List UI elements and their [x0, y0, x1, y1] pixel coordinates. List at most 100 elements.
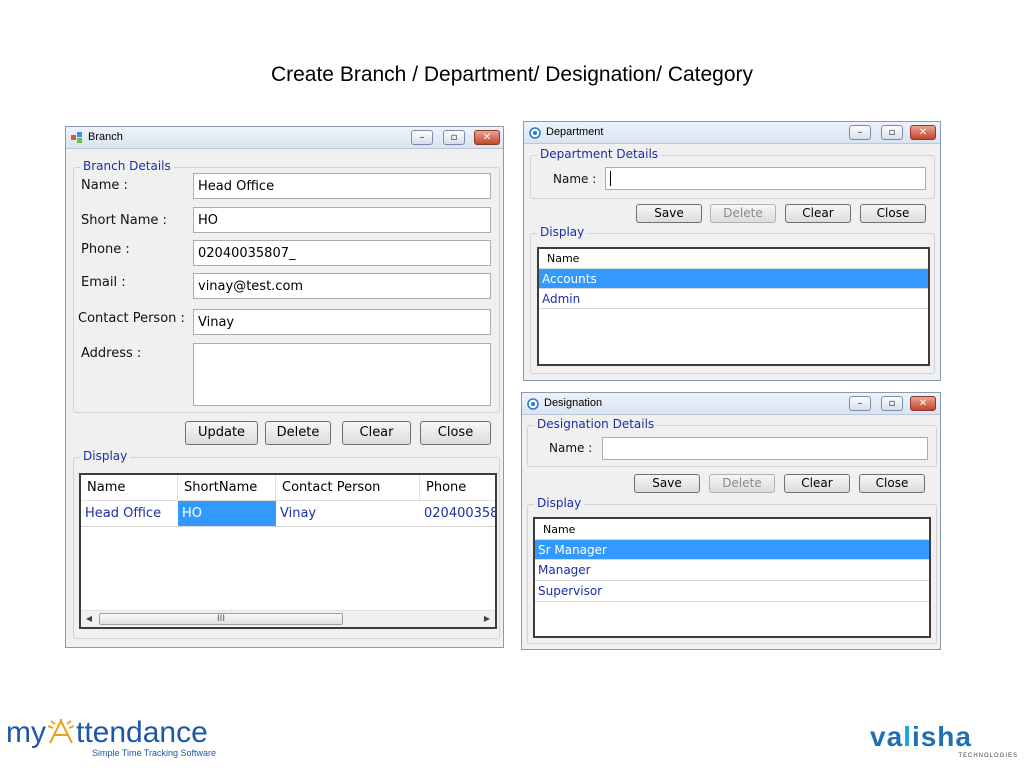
- minimize-button[interactable]: –: [849, 396, 871, 411]
- list-item[interactable]: Manager: [535, 560, 929, 581]
- horizontal-scrollbar[interactable]: ◀ III ▶: [81, 610, 495, 627]
- close-button[interactable]: Close: [859, 474, 925, 493]
- phone-label: Phone :: [81, 242, 130, 257]
- close-icon: ✕: [918, 127, 928, 138]
- save-button[interactable]: Save: [634, 474, 700, 493]
- maximize-button[interactable]: ▫: [443, 130, 465, 145]
- logo-tagline: Simple Time Tracking Software: [92, 748, 217, 758]
- close-icon: ✕: [482, 132, 492, 143]
- column-header-shortname[interactable]: ShortName: [178, 475, 276, 500]
- delete-button[interactable]: Delete: [709, 474, 775, 493]
- close-button[interactable]: Close: [420, 421, 491, 445]
- window-title: Designation: [544, 397, 603, 409]
- close-icon: ✕: [918, 398, 928, 409]
- short-name-label: Short Name :: [81, 213, 167, 228]
- email-label: Email :: [81, 275, 126, 290]
- department-window: Department – ▫ ✕ Department Details Name…: [523, 121, 941, 381]
- designation-name-input[interactable]: [602, 437, 928, 460]
- scroll-left-icon[interactable]: ◀: [81, 611, 97, 627]
- cell-name: Head Office: [85, 506, 162, 521]
- phone-field[interactable]: 02040035807_: [193, 240, 491, 266]
- column-header-name[interactable]: Name: [535, 519, 929, 539]
- name-label: Name :: [553, 172, 597, 186]
- name-label: Name :: [81, 178, 128, 193]
- address-label: Address :: [81, 346, 142, 361]
- minimize-icon: –: [419, 132, 425, 143]
- maximize-icon: ▫: [888, 127, 896, 138]
- valisha-wordmark: valisha: [870, 722, 972, 752]
- logo-mark-icon: [47, 719, 75, 744]
- close-window-button[interactable]: ✕: [910, 396, 936, 411]
- clear-button[interactable]: Clear: [784, 474, 850, 493]
- logo-prefix: my: [6, 716, 46, 749]
- table-row[interactable]: Head Office HO Vinay 020400358: [81, 501, 495, 527]
- department-grid[interactable]: Name Accounts Admin: [537, 247, 930, 366]
- contact-person-label: Contact Person :: [78, 311, 185, 326]
- valisha-part-c: isha: [911, 721, 972, 752]
- branch-titlebar[interactable]: Branch – ▫ ✕: [66, 127, 503, 149]
- name-field[interactable]: Head Office: [193, 173, 491, 199]
- scroll-thumb[interactable]: III: [99, 613, 343, 625]
- address-field[interactable]: [193, 343, 491, 406]
- column-header-phone[interactable]: Phone: [420, 475, 495, 500]
- designation-window: Designation – ▫ ✕ Designation Details Na…: [521, 392, 941, 650]
- group-title: Display: [537, 225, 588, 240]
- grid-header: Name ShortName Contact Person Phone: [81, 475, 495, 501]
- branch-window: Branch – ▫ ✕ Branch Details Name : Head …: [65, 126, 504, 648]
- logo-suffix: ttendance: [76, 716, 208, 749]
- slide-title: Create Branch / Department/ Designation/…: [270, 63, 754, 86]
- group-title: Designation Details: [534, 417, 658, 432]
- close-window-button[interactable]: ✕: [910, 125, 936, 140]
- list-item[interactable]: Accounts: [539, 269, 928, 289]
- maximize-button[interactable]: ▫: [881, 125, 903, 140]
- delete-button[interactable]: Delete: [710, 204, 776, 223]
- group-title: Branch Details: [80, 159, 174, 174]
- valisha-part-b: l: [903, 721, 912, 752]
- delete-button[interactable]: Delete: [265, 421, 331, 445]
- email-field[interactable]: vinay@test.com: [193, 273, 491, 299]
- column-header-name[interactable]: Name: [539, 249, 928, 268]
- minimize-button[interactable]: –: [849, 125, 871, 140]
- group-title: Display: [534, 496, 585, 511]
- cell-short-name: HO: [178, 501, 276, 526]
- contact-person-field[interactable]: Vinay: [193, 309, 491, 335]
- maximize-button[interactable]: ▫: [881, 396, 903, 411]
- branch-grid[interactable]: Name ShortName Contact Person Phone Head…: [79, 473, 497, 629]
- close-window-button[interactable]: ✕: [474, 130, 500, 145]
- designation-titlebar[interactable]: Designation – ▫ ✕: [522, 393, 940, 415]
- clear-button[interactable]: Clear: [785, 204, 851, 223]
- cell-phone: 020400358: [424, 506, 497, 521]
- valisha-part-a: va: [870, 721, 904, 752]
- maximize-icon: ▫: [888, 398, 896, 409]
- valisha-tagline: TECHNOLOGIES: [958, 753, 1018, 759]
- text-caret: [610, 171, 611, 186]
- maximize-icon: ▫: [450, 132, 458, 143]
- minimize-icon: –: [857, 398, 863, 409]
- window-title: Branch: [88, 131, 123, 143]
- list-item[interactable]: Supervisor: [535, 581, 929, 602]
- app-icon: [529, 127, 541, 139]
- minimize-button[interactable]: –: [411, 130, 433, 145]
- column-header-name[interactable]: Name: [81, 475, 178, 500]
- close-button[interactable]: Close: [860, 204, 926, 223]
- list-item[interactable]: Sr Manager: [535, 540, 929, 560]
- department-name-input[interactable]: [605, 167, 926, 190]
- window-title: Department: [546, 126, 604, 138]
- logo-wordmark: my ttendance: [6, 716, 208, 750]
- scroll-right-icon[interactable]: ▶: [479, 611, 495, 627]
- designation-grid[interactable]: Name Sr Manager Manager Supervisor: [533, 517, 931, 638]
- column-header-contact-person[interactable]: Contact Person: [276, 475, 420, 500]
- list-item[interactable]: Admin: [539, 289, 928, 309]
- save-button[interactable]: Save: [636, 204, 702, 223]
- clear-button[interactable]: Clear: [342, 421, 411, 445]
- grid-header: Name: [535, 519, 929, 540]
- group-title: Department Details: [537, 147, 662, 162]
- minimize-icon: –: [857, 127, 863, 138]
- update-button[interactable]: Update: [185, 421, 258, 445]
- grid-header: Name: [539, 249, 928, 269]
- short-name-field[interactable]: HO: [193, 207, 491, 233]
- myattendance-logo: my ttendance Simple Time Tracking Softwar…: [6, 716, 246, 762]
- valisha-logo: valisha TECHNOLOGIES: [870, 722, 1020, 762]
- department-titlebar[interactable]: Department – ▫ ✕: [524, 122, 940, 144]
- app-icon: [527, 398, 539, 410]
